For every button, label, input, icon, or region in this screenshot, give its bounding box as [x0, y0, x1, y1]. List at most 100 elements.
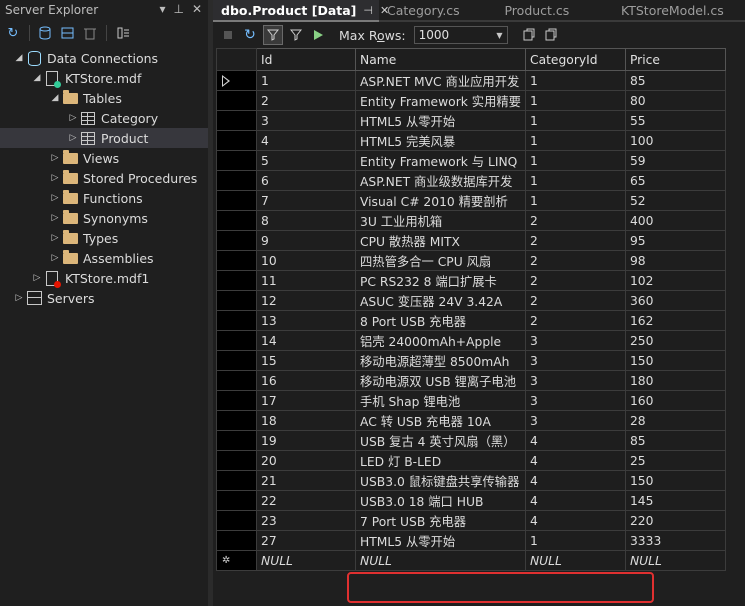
- row-header[interactable]: [216, 90, 257, 111]
- cell-name[interactable]: 移动电源双 USB 锂离子电池: [355, 370, 526, 391]
- tree-item[interactable]: ▷ Synonyms: [0, 208, 208, 228]
- collapsed-arrow-icon[interactable]: ▷: [48, 153, 62, 163]
- row-header[interactable]: [216, 290, 257, 311]
- expanded-arrow-icon[interactable]: ◢: [12, 53, 26, 63]
- refresh-icon[interactable]: ↻: [5, 25, 21, 41]
- cell-id[interactable]: 17: [256, 390, 356, 411]
- table-row[interactable]: 8 3U 工业用机箱 2 400: [216, 210, 726, 231]
- row-header[interactable]: [216, 510, 257, 531]
- cell-categoryid[interactable]: 3: [524, 350, 626, 371]
- tree-item[interactable]: ▷ Category: [0, 108, 208, 128]
- cell-categoryid[interactable]: 1: [524, 130, 626, 151]
- filter-icon[interactable]: [287, 26, 305, 44]
- cell-price[interactable]: 100: [624, 130, 726, 151]
- row-header[interactable]: [216, 390, 257, 411]
- cell-categoryid[interactable]: 3: [524, 410, 626, 431]
- row-header[interactable]: [216, 230, 257, 251]
- row-header[interactable]: [216, 310, 257, 331]
- script-icon[interactable]: [520, 26, 538, 44]
- close-icon[interactable]: ✕: [192, 2, 202, 16]
- cell-categoryid[interactable]: 4: [524, 450, 626, 471]
- row-header[interactable]: [216, 250, 257, 271]
- cell-id[interactable]: 27: [256, 530, 356, 551]
- table-row[interactable]: 17 手机 Shap 锂电池 3 160: [216, 390, 726, 411]
- properties-icon[interactable]: [115, 25, 131, 41]
- cell-categoryid[interactable]: 1: [524, 150, 626, 171]
- new-row[interactable]: ✲ NULL NULL NULL NULL: [216, 550, 726, 571]
- cell-price[interactable]: 160: [624, 390, 726, 411]
- tree-item[interactable]: ◢ Tables: [0, 88, 208, 108]
- cell-price[interactable]: 150: [624, 350, 726, 371]
- row-header[interactable]: [216, 130, 257, 151]
- pin-tab-icon[interactable]: ⊣: [363, 4, 373, 17]
- tree-item[interactable]: ▷ Types: [0, 228, 208, 248]
- cell-price[interactable]: 250: [624, 330, 726, 351]
- null-cell-id[interactable]: NULL: [256, 550, 356, 571]
- cell-id[interactable]: 8: [256, 210, 356, 231]
- cell-name[interactable]: Entity Framework 与 LINQ: [355, 150, 526, 171]
- vertical-scrollbar[interactable]: [740, 48, 745, 606]
- null-cell-price[interactable]: NULL: [624, 550, 726, 571]
- table-row[interactable]: 5 Entity Framework 与 LINQ 1 59: [216, 150, 726, 171]
- cell-price[interactable]: 28: [624, 410, 726, 431]
- cell-id[interactable]: 21: [256, 470, 356, 491]
- null-cell-categoryid[interactable]: NULL: [524, 550, 626, 571]
- grid-corner[interactable]: [216, 48, 257, 71]
- cell-price[interactable]: 360: [624, 290, 726, 311]
- cell-categoryid[interactable]: 2: [524, 250, 626, 271]
- connect-server-icon[interactable]: [60, 25, 76, 41]
- row-header[interactable]: [216, 350, 257, 371]
- table-row[interactable]: 4 HTML5 完美风暴 1 100: [216, 130, 726, 151]
- cell-categoryid[interactable]: 2: [524, 310, 626, 331]
- collapsed-arrow-icon[interactable]: ▷: [66, 133, 80, 143]
- tree-item[interactable]: ◢ Data Connections: [0, 48, 208, 68]
- cell-name[interactable]: HTML5 从零开始: [355, 110, 526, 131]
- cell-price[interactable]: 180: [624, 370, 726, 391]
- column-header-categoryid[interactable]: CategoryId: [524, 48, 626, 71]
- table-row[interactable]: 9 CPU 散热器 MITX 2 95: [216, 230, 726, 251]
- cell-price[interactable]: 220: [624, 510, 726, 531]
- row-header[interactable]: [216, 150, 257, 171]
- cell-name[interactable]: CPU 散热器 MITX: [355, 230, 526, 251]
- cell-name[interactable]: PC RS232 8 端口扩展卡: [355, 270, 526, 291]
- cell-price[interactable]: 162: [624, 310, 726, 331]
- cell-price[interactable]: 150: [624, 470, 726, 491]
- row-header[interactable]: [216, 210, 257, 231]
- filter-toggle-icon[interactable]: [263, 25, 283, 45]
- cell-categoryid[interactable]: 3: [524, 370, 626, 391]
- cell-id[interactable]: 2: [256, 90, 356, 111]
- expanded-arrow-icon[interactable]: ◢: [30, 73, 44, 83]
- row-header[interactable]: [216, 530, 257, 551]
- collapsed-arrow-icon[interactable]: ▷: [48, 193, 62, 203]
- row-header[interactable]: [216, 70, 257, 91]
- cell-id[interactable]: 4: [256, 130, 356, 151]
- cell-categoryid[interactable]: 2: [524, 210, 626, 231]
- cell-id[interactable]: 22: [256, 490, 356, 511]
- row-header[interactable]: [216, 470, 257, 491]
- cell-name[interactable]: USB 复古 4 英寸风扇（黑）: [355, 430, 526, 451]
- row-header[interactable]: [216, 270, 257, 291]
- refresh-data-icon[interactable]: ↻: [241, 26, 259, 44]
- cell-categoryid[interactable]: 2: [524, 270, 626, 291]
- tab-category-cs[interactable]: Category.cs: [379, 0, 496, 20]
- cell-id[interactable]: 20: [256, 450, 356, 471]
- cell-name[interactable]: HTML5 完美风暴: [355, 130, 526, 151]
- cell-categoryid[interactable]: 4: [524, 430, 626, 451]
- column-header-price[interactable]: Price: [624, 48, 726, 71]
- cell-name[interactable]: 手机 Shap 锂电池: [355, 390, 526, 411]
- row-header[interactable]: [216, 190, 257, 211]
- cell-id[interactable]: 19: [256, 430, 356, 451]
- cell-id[interactable]: 23: [256, 510, 356, 531]
- cell-name[interactable]: 移动电源超薄型 8500mAh: [355, 350, 526, 371]
- row-header[interactable]: [216, 330, 257, 351]
- delete-icon[interactable]: [82, 25, 98, 41]
- row-header[interactable]: [216, 170, 257, 191]
- cell-price[interactable]: 59: [624, 150, 726, 171]
- table-row[interactable]: 27 HTML5 从零开始 1 3333: [216, 530, 726, 551]
- tab-product-cs[interactable]: Product.cs: [496, 0, 613, 20]
- collapsed-arrow-icon[interactable]: ▷: [30, 273, 44, 283]
- table-row[interactable]: 23 7 Port USB 充电器 4 220: [216, 510, 726, 531]
- cell-price[interactable]: 80: [624, 90, 726, 111]
- table-row[interactable]: 15 移动电源超薄型 8500mAh 3 150: [216, 350, 726, 371]
- table-row[interactable]: 19 USB 复古 4 英寸风扇（黑） 4 85: [216, 430, 726, 451]
